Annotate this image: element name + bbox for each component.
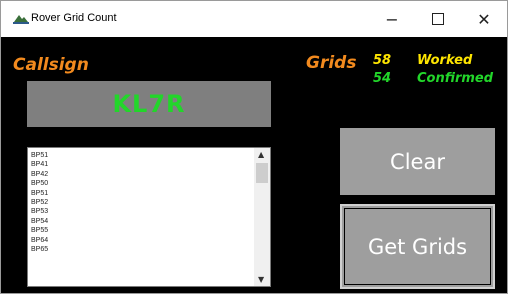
minimize-button[interactable]: − [369, 1, 415, 37]
list-item[interactable]: BP41 [31, 160, 251, 169]
maximize-icon [432, 13, 444, 25]
list-item[interactable]: BP55 [31, 226, 251, 235]
scroll-thumb[interactable] [256, 163, 268, 183]
title-bar[interactable]: Rover Grid Count − ✕ [1, 1, 507, 37]
list-item[interactable]: BP42 [31, 170, 251, 179]
app-icon [13, 15, 29, 24]
worked-label: Worked [417, 53, 473, 68]
close-icon: ✕ [477, 9, 491, 29]
clear-button[interactable]: Clear [340, 128, 495, 195]
scroll-up-icon[interactable]: ▲ [258, 150, 264, 159]
maximize-button[interactable] [415, 1, 461, 37]
list-item[interactable]: BP54 [31, 217, 251, 226]
confirmed-label: Confirmed [417, 71, 494, 86]
list-item[interactable]: BP64 [31, 236, 251, 245]
window-title: Rover Grid Count [31, 12, 117, 24]
list-item[interactable]: BP50 [31, 179, 251, 188]
grids-label: Grids [306, 53, 357, 73]
callsign-display: KL7R [27, 81, 271, 127]
confirmed-count: 54 [373, 71, 392, 86]
app-window: Rover Grid Count − ✕ Callsign Grids 58 W… [0, 0, 508, 294]
list-item[interactable]: BP52 [31, 198, 251, 207]
callsign-label: Callsign [13, 55, 89, 75]
list-item[interactable]: BP53 [31, 207, 251, 216]
worked-count: 58 [373, 53, 392, 68]
close-button[interactable]: ✕ [461, 1, 507, 37]
get-grids-button[interactable]: Get Grids [340, 204, 495, 289]
list-scrollbar[interactable]: ▲ ▼ [254, 148, 270, 286]
scroll-down-icon[interactable]: ▼ [258, 275, 264, 284]
list-item[interactable]: BP65 [31, 245, 251, 254]
grid-listbox[interactable]: BP51 BP41 BP42 BP50 BP51 BP52 BP53 BP54 BP55 BP64… [27, 147, 271, 287]
main-panel: Callsign Grids 58 Worked 54 Confirmed KL… [1, 37, 507, 293]
list-item[interactable]: BP51 [31, 189, 251, 198]
list-item[interactable]: BP51 [31, 151, 251, 160]
minimize-icon: − [385, 9, 399, 29]
grid-list-items: BP51 BP41 BP42 BP50 BP51 BP52 BP53 BP54 BP55 BP64… [31, 151, 251, 254]
callsign-value: KL7R [112, 90, 186, 118]
